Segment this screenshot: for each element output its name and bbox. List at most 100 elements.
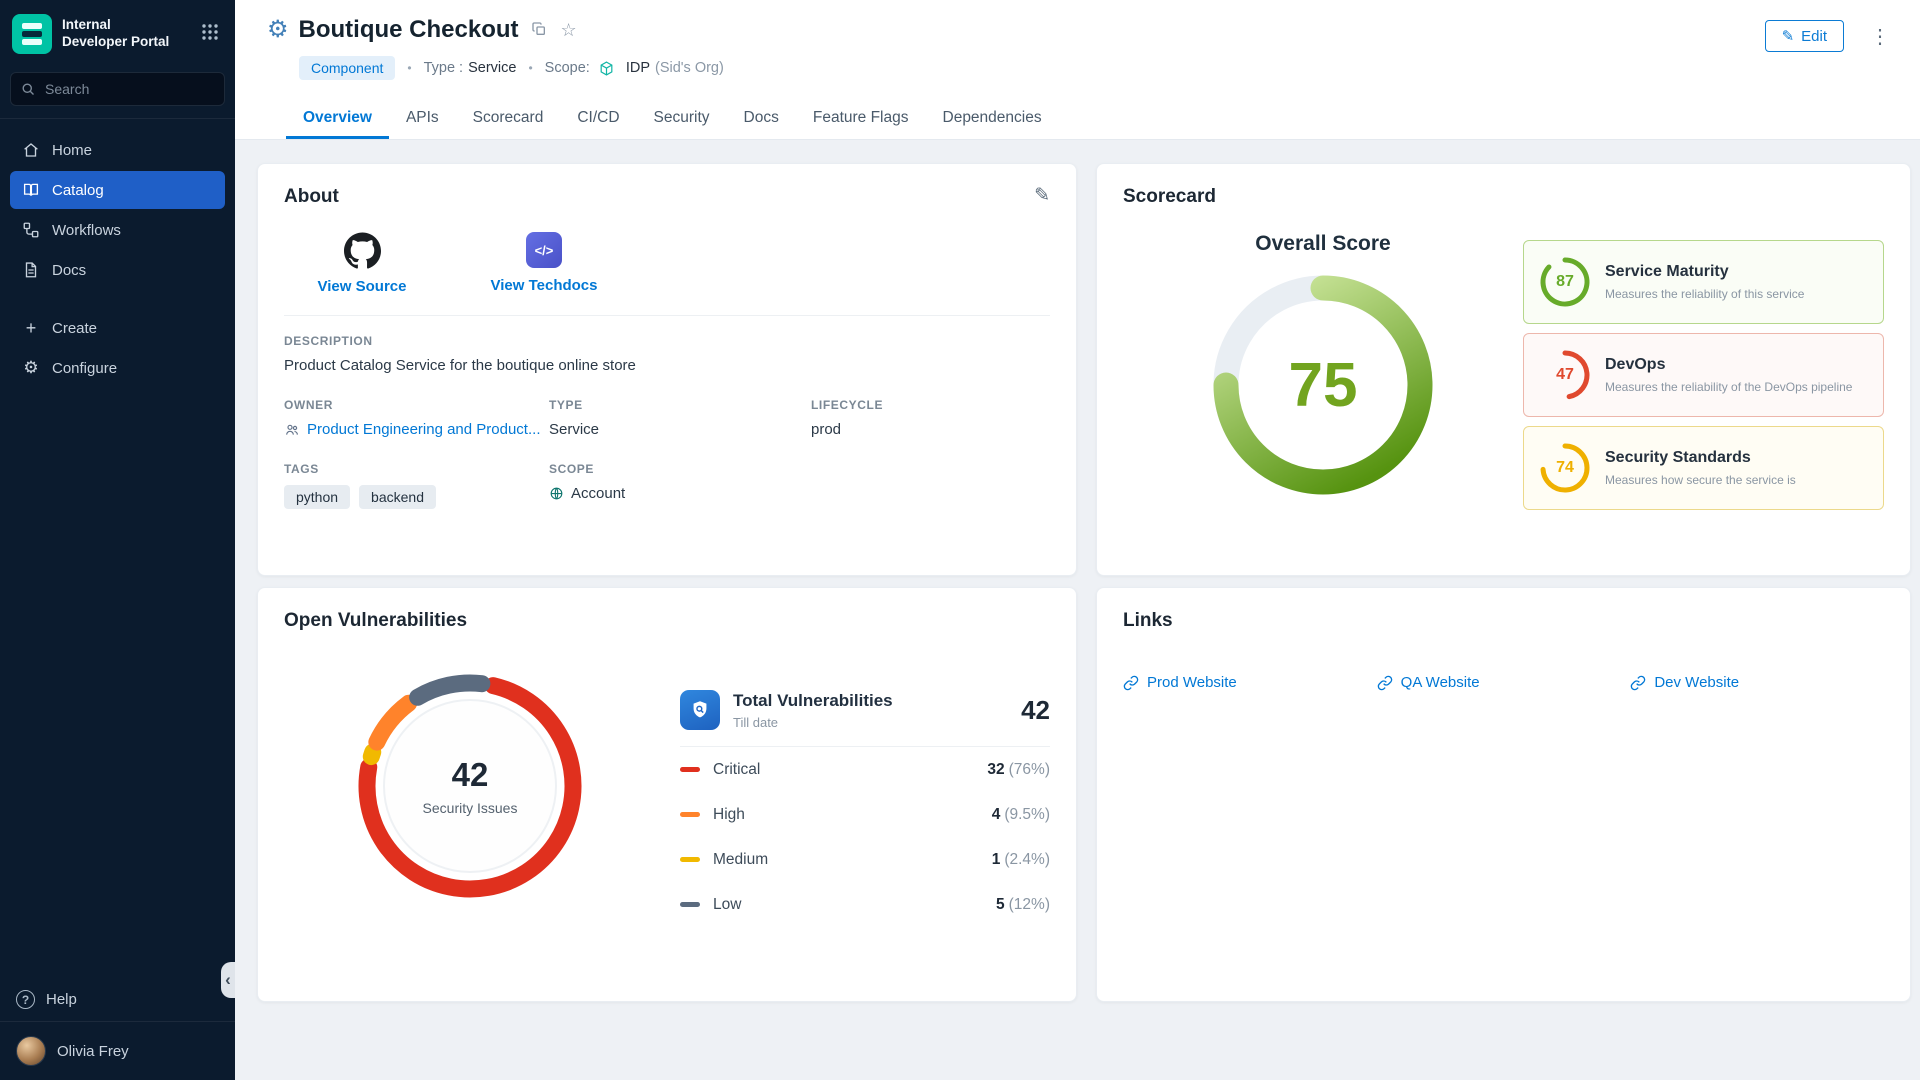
view-techdocs-link[interactable]: </> View Techdocs — [488, 232, 600, 295]
total-vulnerabilities-value: 42 — [1021, 695, 1050, 726]
account-scope-icon — [549, 486, 564, 501]
score-ring: 87 — [1538, 255, 1592, 309]
vuln-row-critical: Critical 32(76%) — [680, 747, 1050, 792]
vuln-donut-value: 42 — [452, 756, 489, 794]
title-row: ⚙ Boutique Checkout ☆ — [267, 16, 724, 44]
lifecycle-label: LIFECYCLE — [811, 398, 1050, 412]
help-button[interactable]: ? Help — [0, 978, 235, 1021]
app-logo[interactable] — [12, 14, 52, 54]
apps-grid-icon[interactable] — [197, 19, 223, 50]
link-icon — [1377, 675, 1393, 691]
tab-security[interactable]: Security — [637, 100, 727, 139]
vuln-row-label: High — [713, 806, 745, 824]
tags-label: TAGS — [284, 462, 549, 476]
sidebar-item-configure[interactable]: ⚙ Configure — [10, 349, 225, 387]
kebab-menu-icon[interactable]: ⋮ — [1864, 22, 1896, 51]
vuln-row-count: 1 — [992, 851, 1001, 868]
tab-feature-flags[interactable]: Feature Flags — [796, 100, 926, 139]
total-vulnerabilities-row: Total Vulnerabilities Till date 42 — [680, 690, 1050, 730]
plus-icon: + — [22, 318, 40, 339]
type-field-value: Service — [549, 421, 811, 438]
sidebar-item-docs[interactable]: Docs — [10, 251, 225, 289]
score-value: 47 — [1538, 348, 1592, 402]
vuln-row-high: High 4(9.5%) — [680, 792, 1050, 837]
vuln-row-count: 5 — [996, 896, 1005, 913]
medium-dash-icon — [680, 857, 700, 862]
vuln-row-label: Critical — [713, 761, 760, 779]
score-value: 87 — [1538, 255, 1592, 309]
tab-dependencies[interactable]: Dependencies — [926, 100, 1059, 139]
sidebar-item-label: Create — [52, 320, 97, 337]
edit-label: Edit — [1801, 28, 1827, 45]
score-desc: Measures how secure the service is — [1605, 473, 1796, 487]
score-item-security-standards[interactable]: 74 Security Standards Measures how secur… — [1523, 426, 1884, 510]
owner-link[interactable]: Product Engineering and Product... — [284, 421, 549, 438]
score-desc: Measures the reliability of this service — [1605, 287, 1804, 301]
vuln-row-pct: (12%) — [1009, 896, 1050, 913]
catalog-icon — [22, 181, 40, 199]
component-badge: Component — [299, 56, 395, 80]
sidebar-item-workflows[interactable]: Workflows — [10, 211, 225, 249]
tags-block: TAGS python backend — [284, 462, 549, 509]
app-logo-icon — [12, 14, 52, 54]
about-links-row: View Source </> View Techdocs — [306, 232, 1076, 295]
vuln-row-count: 32 — [987, 761, 1004, 778]
sidebar-item-label: Docs — [52, 262, 86, 279]
tab-apis[interactable]: APIs — [389, 100, 456, 139]
sidebar: Internal Developer Portal — [0, 0, 235, 1080]
tab-overview[interactable]: Overview — [286, 100, 389, 139]
vuln-row-label: Low — [713, 896, 741, 914]
vuln-row-low: Low 5(12%) — [680, 882, 1050, 927]
copy-icon[interactable] — [529, 19, 549, 42]
user-profile[interactable]: Olivia Frey — [0, 1022, 235, 1080]
search-input[interactable] — [45, 81, 226, 97]
dev-website-link[interactable]: Dev Website — [1630, 674, 1884, 691]
tag-pill: python — [284, 485, 350, 509]
sidebar-item-label: Home — [52, 142, 92, 159]
separator-dot: • — [528, 61, 532, 75]
favorite-star-icon[interactable]: ☆ — [559, 19, 579, 41]
tab-scorecard[interactable]: Scorecard — [456, 100, 561, 139]
sidebar-item-label: Configure — [52, 360, 117, 377]
sidebar-bottom: ? Help Olivia Frey — [0, 978, 235, 1080]
sidebar-item-catalog[interactable]: Catalog — [10, 171, 225, 209]
prod-website-link[interactable]: Prod Website — [1123, 674, 1377, 691]
about-title: About — [284, 186, 339, 208]
sidebar-collapse-handle[interactable]: ‹ — [221, 962, 235, 998]
tab-cicd[interactable]: CI/CD — [560, 100, 636, 139]
help-icon: ? — [16, 990, 35, 1009]
tab-docs[interactable]: Docs — [727, 100, 796, 139]
description-block: DESCRIPTION Product Catalog Service for … — [284, 334, 1050, 374]
content-area: About ✎ View Source </> View Techdocs — [235, 140, 1920, 1080]
help-label: Help — [46, 991, 77, 1008]
low-dash-icon — [680, 902, 700, 907]
owner-value: Product Engineering and Product... — [307, 421, 540, 438]
vuln-row-medium: Medium 1(2.4%) — [680, 837, 1050, 882]
page-title: Boutique Checkout — [299, 16, 519, 44]
till-date-label: Till date — [733, 715, 893, 730]
link-icon — [1630, 675, 1646, 691]
sidebar-item-label: Catalog — [52, 182, 104, 199]
view-source-link[interactable]: View Source — [306, 232, 418, 295]
app-root: Internal Developer Portal — [0, 0, 1920, 1080]
scope-label: Scope: — [545, 60, 590, 76]
avatar — [16, 1036, 46, 1066]
shield-scan-icon — [680, 690, 720, 730]
sidebar-item-home[interactable]: Home — [10, 131, 225, 169]
link-label: QA Website — [1401, 674, 1480, 691]
score-item-devops[interactable]: 47 DevOps Measures the reliability of th… — [1523, 333, 1884, 417]
docs-icon — [22, 261, 40, 279]
scope-value: IDP — [626, 60, 650, 76]
edit-button[interactable]: ✎ Edit — [1765, 20, 1844, 52]
lifecycle-block: LIFECYCLE prod — [811, 398, 1050, 438]
qa-website-link[interactable]: QA Website — [1377, 674, 1631, 691]
sidebar-item-create[interactable]: + Create — [10, 309, 225, 347]
type-label: Type : — [424, 60, 464, 76]
about-edit-pencil-icon[interactable]: ✎ — [1034, 186, 1050, 205]
score-item-service-maturity[interactable]: 87 Service Maturity Measures the reliabi… — [1523, 240, 1884, 324]
scope-block: SCOPE Account — [549, 462, 811, 509]
score-value: 74 — [1538, 441, 1592, 495]
people-icon — [284, 422, 300, 438]
sidebar-search[interactable] — [10, 72, 225, 106]
owner-block: OWNER Product Engineering and Product... — [284, 398, 549, 438]
